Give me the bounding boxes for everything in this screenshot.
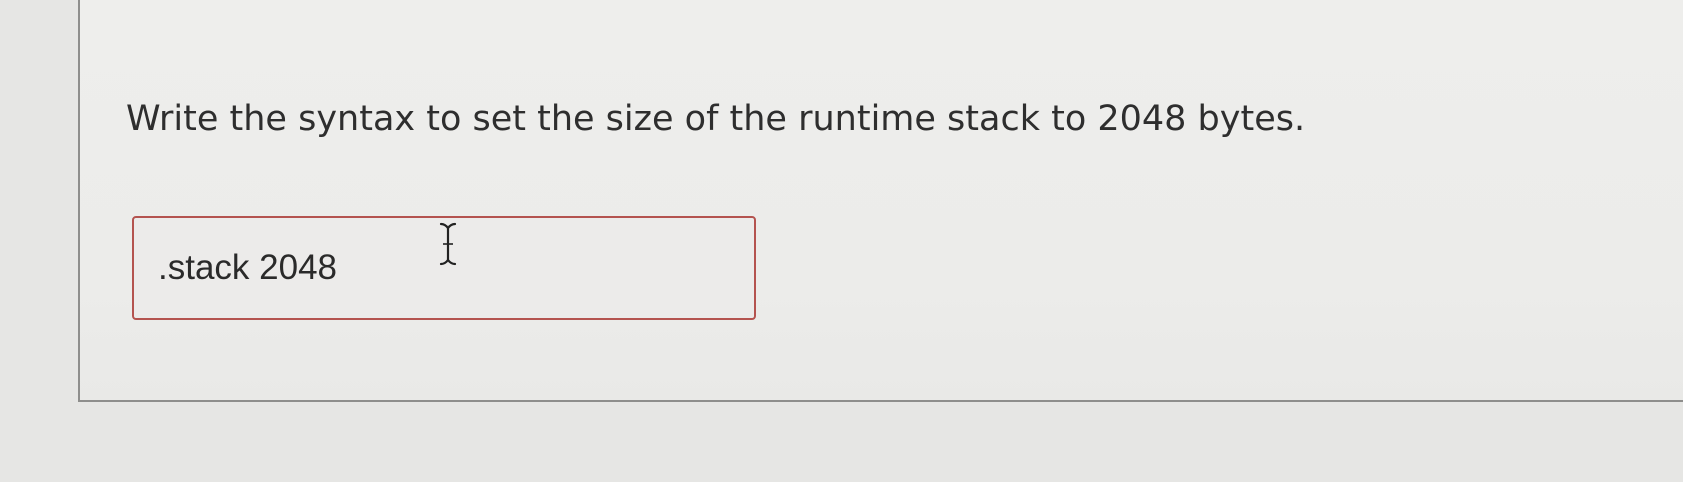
answer-input[interactable]	[132, 216, 756, 320]
question-panel	[78, 0, 1683, 402]
question-text: Write the syntax to set the size of the …	[126, 99, 1306, 139]
